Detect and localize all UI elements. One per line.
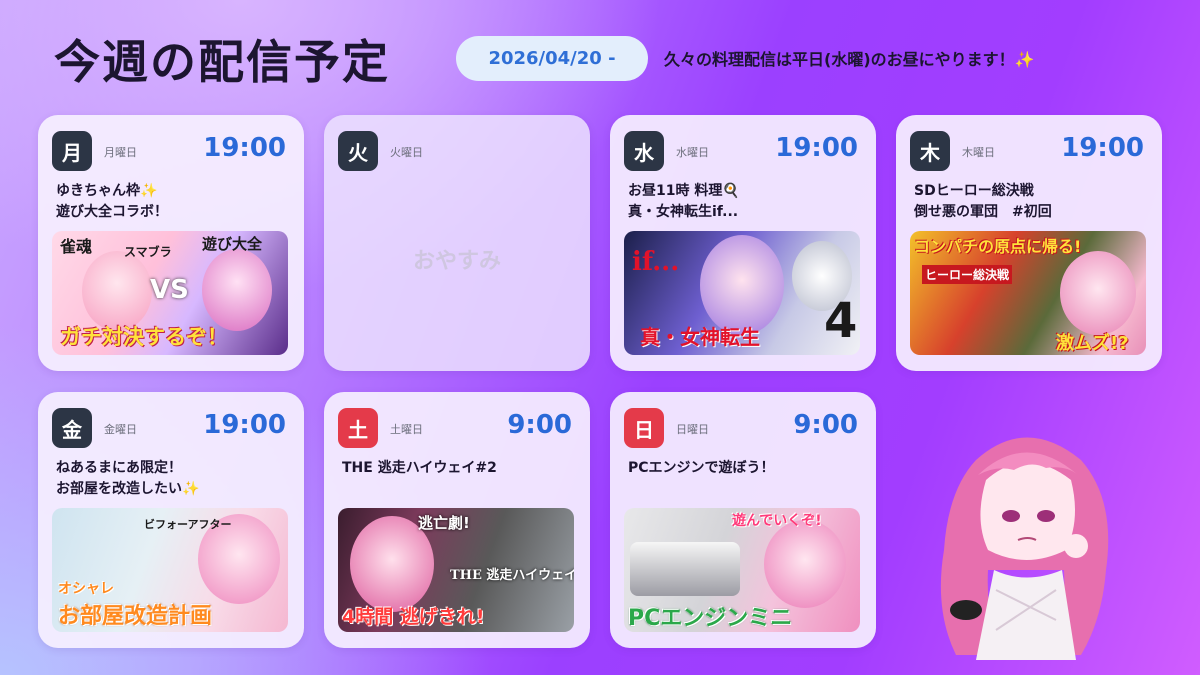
schedule-card-thursday[interactable]: 木 木曜日 19:00 SDヒーロー総決戦 倒せ悪の軍団 #初回 コンパチの原点… — [896, 115, 1162, 371]
schedule-notice: 久々の料理配信は平日(水曜)のお昼にやります！✨ — [664, 50, 1035, 69]
character-illustration — [700, 235, 784, 335]
stream-thumbnail[interactable]: コンパチの原点に帰る! ヒーロー総決戦 激ムズ!? — [910, 231, 1146, 355]
day-badge: 金 — [52, 408, 92, 448]
stream-description: お昼11時 料理🍳 真・女神転生if... — [628, 181, 868, 223]
stream-time: 9:00 — [507, 410, 572, 440]
day-off-label: おやすみ — [412, 249, 501, 274]
thumb-caption: 真・女神転生 — [640, 325, 760, 349]
character-illustration — [1060, 251, 1136, 335]
mascot-illustration — [940, 437, 1109, 660]
schedule-card-monday[interactable]: 月 月曜日 19:00 ゆきちゃん枠✨ 遊び大全コラボ！ 雀魂 スマブラ 遊び大… — [38, 115, 304, 371]
stream-thumbnail[interactable]: 雀魂 スマブラ 遊び大全 VS ガチ対決するぞ！ — [52, 231, 288, 355]
day-name: 火曜日 — [390, 146, 423, 159]
thumb-caption: ヒーロー総決戦 — [922, 265, 1013, 284]
thumb-caption: 逃亡劇! — [418, 514, 470, 532]
stream-description: ゆきちゃん枠✨ 遊び大全コラボ！ — [56, 181, 296, 223]
stream-thumbnail[interactable]: 遊んでいくぞ! PCエンジンミニ — [624, 508, 860, 632]
stream-description: SDヒーロー総決戦 倒せ悪の軍団 #初回 — [914, 181, 1154, 223]
thumb-caption: スマブラ — [124, 245, 172, 259]
day-name: 月曜日 — [104, 146, 137, 159]
thumb-caption: お部屋改造計画 — [58, 604, 213, 629]
stream-thumbnail[interactable]: if... 真・女神転生 4 — [624, 231, 860, 355]
thumb-caption: 雀魂 — [60, 237, 93, 256]
day-badge: 月 — [52, 131, 92, 171]
stream-thumbnail[interactable]: ビフォーアフター オシャレ お部屋改造計画 — [52, 508, 288, 632]
thumb-caption: 4 — [824, 293, 858, 349]
day-name: 土曜日 — [390, 423, 423, 436]
stream-title-line1: ゆきちゃん枠✨ — [56, 183, 158, 199]
thumb-caption: VS — [150, 275, 189, 305]
stream-title-line1: お昼11時 料理🍳 — [628, 183, 740, 199]
thumb-caption: 激ムズ!? — [1056, 333, 1129, 354]
day-badge: 日 — [624, 408, 664, 448]
thumb-caption: 遊んでいくぞ! — [732, 513, 822, 529]
stream-title-line2: 遊び大全コラボ！ — [56, 204, 168, 220]
thumb-caption: if... — [632, 247, 680, 277]
stream-time: 19:00 — [203, 133, 286, 163]
day-badge: 水 — [624, 131, 664, 171]
stream-title-line2: お部屋を改造したい✨ — [56, 481, 200, 497]
stream-title-line2: 倒せ悪の軍団 #初回 — [914, 204, 1052, 220]
day-badge: 火 — [338, 131, 378, 171]
character-illustration — [82, 251, 152, 331]
stream-description: THE 逃走ハイウェイ#2 — [342, 458, 582, 479]
day-name: 木曜日 — [962, 146, 995, 159]
thumb-caption: ビフォーアフター — [144, 518, 232, 531]
stream-time: 19:00 — [1061, 133, 1144, 163]
stream-time: 19:00 — [775, 133, 858, 163]
stream-title-line1: PCエンジンで遊ぼう！ — [628, 460, 775, 476]
thumb-caption: コンパチの原点に帰る! — [914, 237, 1082, 256]
stream-time: 9:00 — [793, 410, 858, 440]
schedule-card-saturday[interactable]: 土 土曜日 9:00 THE 逃走ハイウェイ#2 逃亡劇! THE 逃走ハイウェ… — [324, 392, 590, 648]
stream-title-line1: ねあるまにあ限定！ — [56, 460, 182, 476]
day-name: 水曜日 — [676, 146, 709, 159]
thumb-caption: オシャレ — [58, 581, 114, 597]
stream-description: ねあるまにあ限定！ お部屋を改造したい✨ — [56, 458, 296, 500]
schedule-card-tuesday[interactable]: 火 火曜日 おやすみ — [324, 115, 590, 371]
page-title: 今週の配信予定 — [54, 35, 390, 89]
day-badge: 木 — [910, 131, 950, 171]
schedule-card-sunday[interactable]: 日 日曜日 9:00 PCエンジンで遊ぼう！ 遊んでいくぞ! PCエンジンミニ — [610, 392, 876, 648]
week-date-pill: 2026/04/20 - — [456, 36, 648, 81]
character-illustration — [764, 520, 846, 608]
schedule-card-friday[interactable]: 金 金曜日 19:00 ねあるまにあ限定！ お部屋を改造したい✨ ビフォーアフタ… — [38, 392, 304, 648]
stream-title-line2: 真・女神転生if... — [628, 204, 739, 220]
console-illustration — [630, 542, 740, 596]
stream-title-line1: SDヒーロー総決戦 — [914, 183, 1034, 199]
thumb-caption: 4時間 逃げきれ! — [342, 606, 485, 628]
day-name: 日曜日 — [676, 423, 709, 436]
stream-time: 19:00 — [203, 410, 286, 440]
thumb-caption: 遊び大全 — [202, 235, 263, 253]
day-badge: 土 — [338, 408, 378, 448]
thumb-caption: ガチ対決するぞ！ — [60, 325, 228, 349]
day-name: 金曜日 — [104, 423, 137, 436]
thumb-caption: PCエンジンミニ — [628, 606, 793, 631]
thumb-caption: THE 逃走ハイウェイ — [450, 568, 574, 583]
stream-thumbnail[interactable]: 逃亡劇! THE 逃走ハイウェイ 4時間 逃げきれ! — [338, 508, 574, 632]
stream-description: PCエンジンで遊ぼう！ — [628, 458, 868, 479]
character-illustration — [202, 249, 272, 331]
schedule-card-wednesday[interactable]: 水 水曜日 19:00 お昼11時 料理🍳 真・女神転生if... if... … — [610, 115, 876, 371]
stream-title-line1: THE 逃走ハイウェイ#2 — [342, 460, 497, 476]
